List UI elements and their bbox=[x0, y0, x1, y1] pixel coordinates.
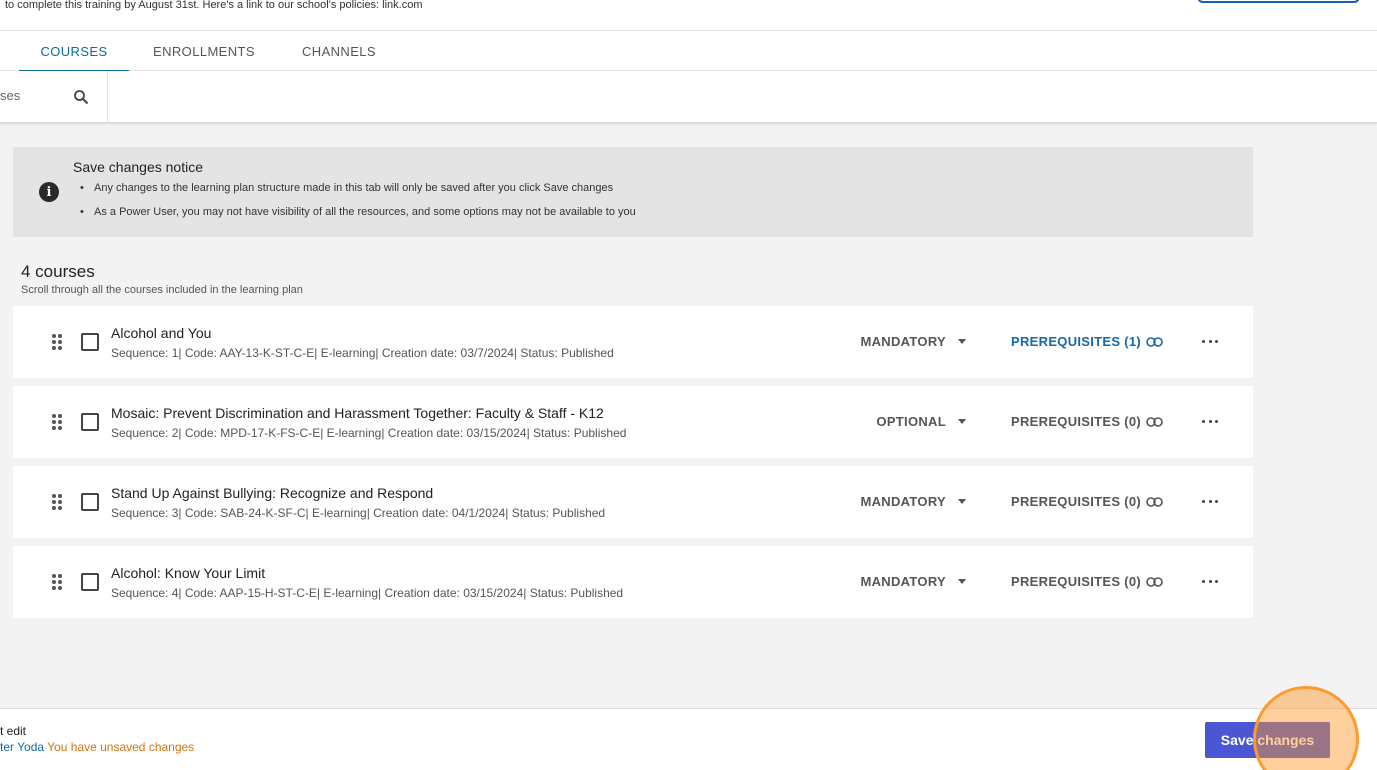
course-checkbox[interactable] bbox=[81, 573, 99, 591]
course-row: Mosaic: Prevent Discrimination and Haras… bbox=[13, 386, 1253, 458]
tab-channels[interactable]: CHANNELS bbox=[290, 31, 388, 71]
course-title[interactable]: Alcohol and You bbox=[111, 325, 211, 341]
course-checkbox[interactable] bbox=[81, 493, 99, 511]
top-action-button[interactable] bbox=[1197, 0, 1360, 3]
drag-handle-icon[interactable] bbox=[51, 493, 63, 511]
link-icon bbox=[1146, 496, 1163, 507]
more-options-icon[interactable] bbox=[1202, 493, 1218, 509]
course-row: Alcohol: Know Your Limit Sequence: 4| Co… bbox=[13, 546, 1253, 618]
prerequisites-label: PREREQUISITES (0) bbox=[1011, 414, 1142, 429]
prerequisites-link[interactable]: PREREQUISITES (1) bbox=[1011, 334, 1163, 349]
drag-handle-icon[interactable] bbox=[51, 573, 63, 591]
plan-description-strip: to complete this training by August 31st… bbox=[0, 0, 1377, 30]
course-checkbox[interactable] bbox=[81, 413, 99, 431]
notice-line-text: Any changes to the learning plan structu… bbox=[94, 182, 614, 194]
requirement-dropdown[interactable]: OPTIONAL bbox=[876, 414, 966, 429]
requirement-dropdown[interactable]: MANDATORY bbox=[860, 494, 966, 509]
chevron-down-icon bbox=[958, 579, 966, 584]
course-meta: Sequence: 1| Code: AAY-13-K-ST-C-E| E-le… bbox=[111, 346, 614, 360]
drag-handle-icon[interactable] bbox=[51, 333, 63, 351]
prerequisites-link[interactable]: PREREQUISITES (0) bbox=[1011, 494, 1163, 509]
chevron-down-icon bbox=[958, 339, 966, 344]
notice-title: Save changes notice bbox=[73, 159, 203, 175]
last-edit-info: ter Yoda You have unsaved changes bbox=[0, 740, 194, 754]
requirement-label: OPTIONAL bbox=[876, 414, 946, 429]
footer-bar: t edit ter Yoda You have unsaved changes… bbox=[0, 708, 1377, 770]
tab-enrollments[interactable]: ENROLLMENTS bbox=[141, 31, 267, 71]
courses-count-title: 4 courses bbox=[21, 262, 95, 281]
info-icon: i bbox=[39, 182, 59, 202]
course-meta: Sequence: 4| Code: AAP-15-H-ST-C-E| E-le… bbox=[111, 586, 624, 600]
notice-line-text: As a Power User, you may not have visibi… bbox=[94, 206, 636, 218]
link-icon bbox=[1146, 416, 1163, 427]
tab-courses[interactable]: COURSES bbox=[19, 31, 129, 72]
prerequisites-link[interactable]: PREREQUISITES (0) bbox=[1011, 574, 1163, 589]
course-meta: Sequence: 2| Code: MPD-17-K-FS-C-E| E-le… bbox=[111, 426, 627, 440]
link-icon bbox=[1146, 576, 1163, 587]
course-title[interactable]: Alcohol: Know Your Limit bbox=[111, 565, 265, 581]
course-meta: Sequence: 3| Code: SAB-24-K-SF-C| E-lear… bbox=[111, 506, 606, 520]
search-bar: ses bbox=[0, 71, 1377, 123]
course-title[interactable]: Stand Up Against Bullying: Recognize and… bbox=[111, 485, 433, 501]
notice-line: As a Power User, you may not have visibi… bbox=[80, 206, 636, 218]
course-checkbox[interactable] bbox=[81, 333, 99, 351]
prerequisites-link[interactable]: PREREQUISITES (0) bbox=[1011, 414, 1163, 429]
search-icon[interactable] bbox=[73, 89, 89, 105]
link-icon bbox=[1146, 336, 1163, 347]
search-divider bbox=[107, 71, 108, 123]
requirement-dropdown[interactable]: MANDATORY bbox=[860, 574, 966, 589]
last-edit-label: t edit bbox=[0, 724, 27, 738]
tab-bar: COURSES ENROLLMENTS CHANNELS bbox=[0, 30, 1377, 72]
drag-handle-icon[interactable] bbox=[51, 413, 63, 431]
more-options-icon[interactable] bbox=[1202, 333, 1218, 349]
course-row: Alcohol and You Sequence: 1| Code: AAY-1… bbox=[13, 306, 1253, 378]
save-changes-button[interactable]: Save changes bbox=[1205, 722, 1330, 758]
search-input[interactable]: ses bbox=[0, 88, 20, 103]
more-options-icon[interactable] bbox=[1202, 413, 1218, 429]
save-changes-notice: i Save changes notice Any changes to the… bbox=[13, 147, 1253, 237]
editor-name-link[interactable]: ter Yoda bbox=[0, 740, 44, 754]
more-options-icon[interactable] bbox=[1202, 573, 1218, 589]
requirement-label: MANDATORY bbox=[860, 334, 946, 349]
course-row: Stand Up Against Bullying: Recognize and… bbox=[13, 466, 1253, 538]
unsaved-changes-warning: You have unsaved changes bbox=[47, 740, 195, 754]
requirement-dropdown[interactable]: MANDATORY bbox=[860, 334, 966, 349]
requirement-label: MANDATORY bbox=[860, 494, 946, 509]
notice-line: Any changes to the learning plan structu… bbox=[80, 182, 614, 194]
plan-description: to complete this training by August 31st… bbox=[5, 0, 423, 11]
chevron-down-icon bbox=[958, 499, 966, 504]
course-title[interactable]: Mosaic: Prevent Discrimination and Haras… bbox=[111, 405, 604, 421]
prerequisites-label: PREREQUISITES (0) bbox=[1011, 574, 1142, 589]
prerequisites-label: PREREQUISITES (1) bbox=[1011, 334, 1142, 349]
requirement-label: MANDATORY bbox=[860, 574, 946, 589]
chevron-down-icon bbox=[958, 419, 966, 424]
courses-count-subtitle: Scroll through all the courses included … bbox=[21, 284, 303, 296]
prerequisites-label: PREREQUISITES (0) bbox=[1011, 494, 1142, 509]
